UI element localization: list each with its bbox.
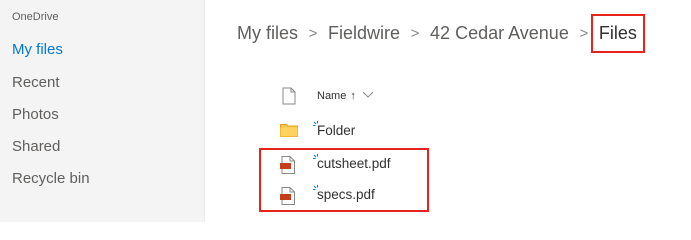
chevron-down-icon[interactable]: [362, 90, 374, 102]
sidebar-item-my-files[interactable]: My files: [12, 41, 63, 58]
breadcrumb-separator: >: [410, 24, 420, 42]
pdf-file-icon: [280, 187, 296, 210]
file-name[interactable]: Folder: [317, 123, 355, 138]
folder-icon: [280, 123, 298, 142]
pdf-file-icon: [280, 156, 296, 179]
breadcrumb: My files > Fieldwire > 42 Cedar Avenue >…: [237, 13, 645, 53]
column-name-label: Name: [317, 90, 347, 102]
file-name[interactable]: cutsheet.pdf: [317, 156, 391, 171]
breadcrumb-separator: >: [579, 24, 589, 42]
sidebar-item-photos[interactable]: Photos: [12, 106, 59, 123]
breadcrumb-fieldwire[interactable]: Fieldwire: [328, 23, 400, 44]
sidebar: OneDrive My files Recent Photos Shared R…: [0, 0, 205, 222]
breadcrumb-files: Files: [590, 13, 645, 53]
sidebar-item-shared[interactable]: Shared: [12, 138, 60, 155]
breadcrumb-separator: >: [308, 24, 318, 42]
sort-ascending-icon: ↑: [350, 90, 356, 102]
app-brand: OneDrive: [12, 11, 59, 23]
breadcrumb-my-files[interactable]: My files: [237, 23, 298, 44]
column-header-name[interactable]: Name ↑: [317, 90, 374, 102]
file-name[interactable]: specs.pdf: [317, 187, 375, 202]
sidebar-item-recent[interactable]: Recent: [12, 74, 60, 91]
breadcrumb-42-cedar-avenue[interactable]: 42 Cedar Avenue: [430, 23, 569, 44]
sidebar-item-recycle-bin[interactable]: Recycle bin: [12, 170, 90, 187]
file-type-header-icon: [282, 87, 296, 110]
